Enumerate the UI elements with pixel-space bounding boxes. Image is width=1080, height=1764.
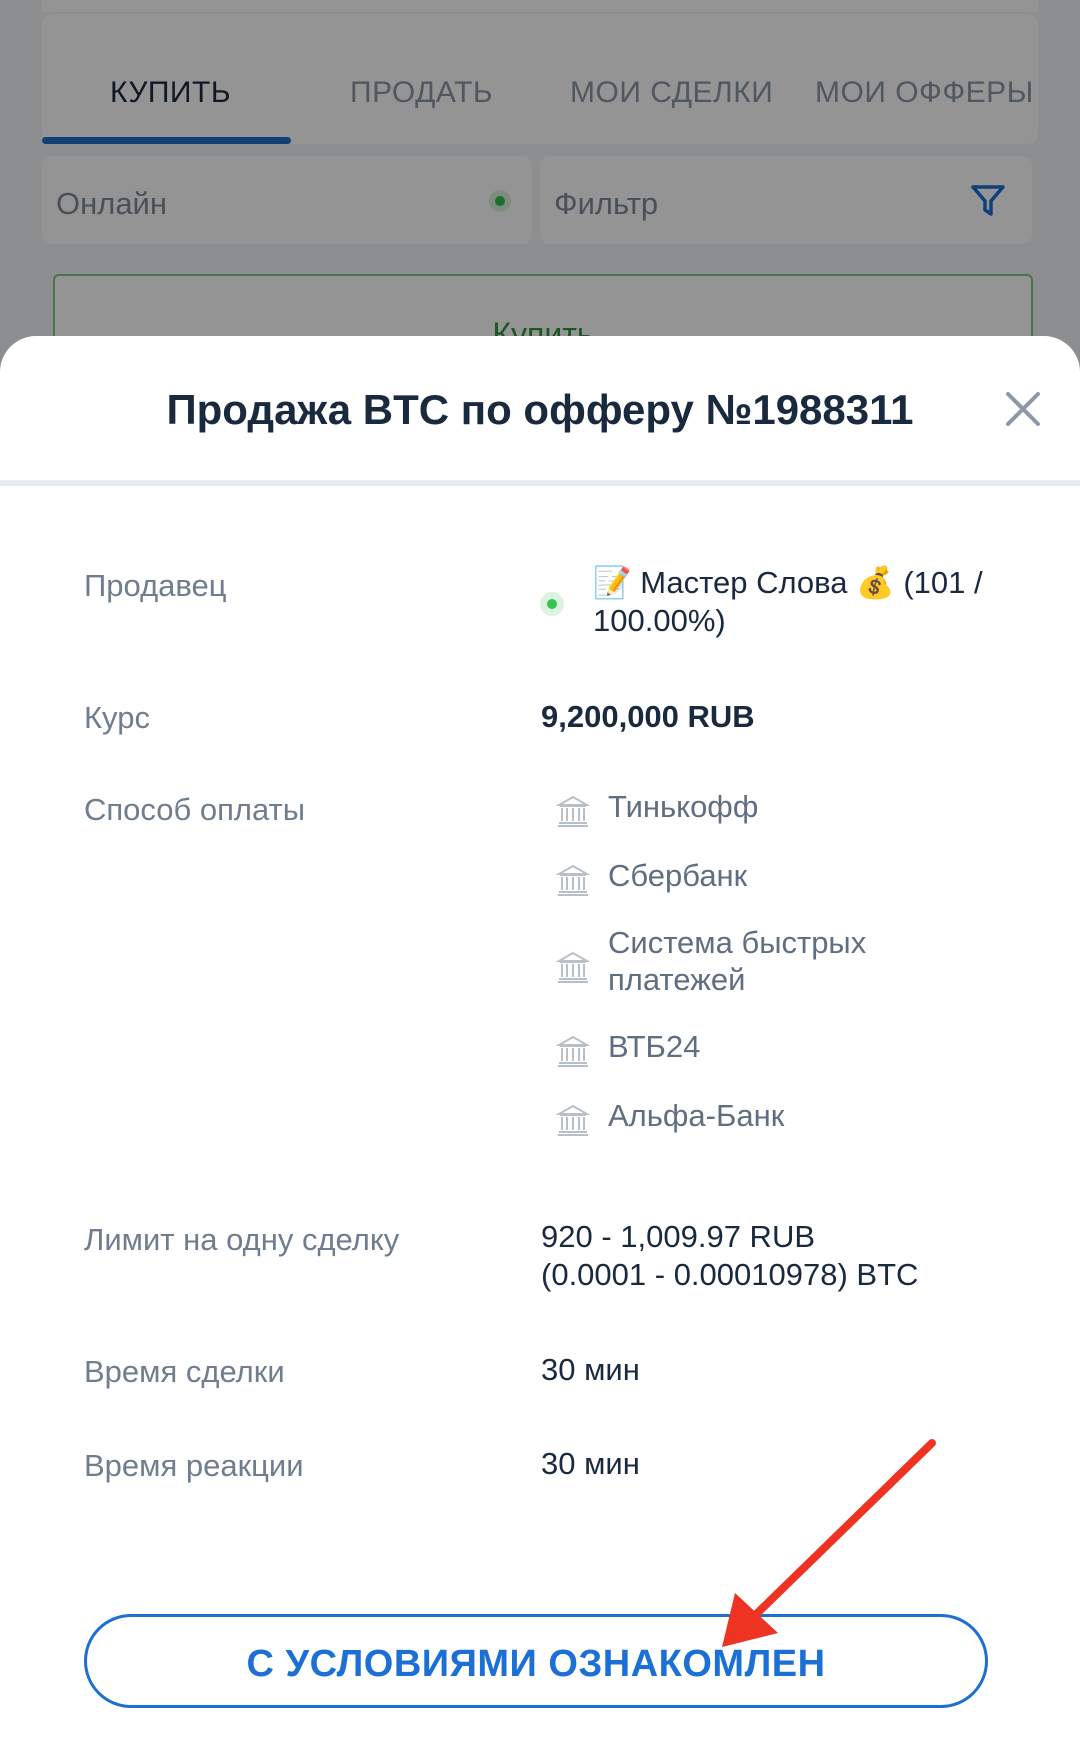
rate-label: Курс — [84, 700, 150, 735]
bank-icon — [556, 795, 590, 827]
close-icon[interactable] — [1002, 388, 1044, 430]
payment-method-name: Сбербанк — [608, 858, 748, 893]
modal-divider — [0, 480, 1080, 486]
rate-value: 9,200,000 RUB — [541, 699, 755, 734]
offer-modal: Продажа BTC по офферу №1988311 Продавец … — [0, 336, 1080, 1764]
bank-icon — [556, 951, 590, 983]
payment-method-name: Тинькофф — [608, 789, 759, 824]
deal-time-value: 30 мин — [541, 1352, 640, 1387]
bank-icon — [556, 1035, 590, 1067]
reaction-time-value: 30 мин — [541, 1446, 640, 1481]
seller-label: Продавец — [84, 568, 227, 603]
bank-icon — [556, 1104, 590, 1136]
limit-value-rub: 920 - 1,009.97 RUB — [541, 1219, 816, 1254]
accept-terms-button[interactable]: С УСЛОВИЯМИ ОЗНАКОМЛЕН — [84, 1614, 988, 1708]
reaction-time-label: Время реакции — [84, 1448, 304, 1483]
payment-method-name: ВТБ24 — [608, 1029, 701, 1064]
payment-method-name: Система быстрых платежей — [608, 925, 867, 997]
screen: КУПИТЬ ПРОДАТЬ МОИ СДЕЛКИ МОИ ОФФЕРЫ Онл… — [0, 0, 1080, 1764]
seller-name[interactable]: 📝 Мастер Слова 💰 (101 / 100.00%) — [593, 564, 1013, 640]
limit-value-btc: (0.0001 - 0.00010978) BTC — [541, 1257, 919, 1292]
deal-time-label: Время сделки — [84, 1354, 285, 1389]
payment-method-label: Способ оплаты — [84, 792, 306, 827]
limit-label: Лимит на одну сделку — [84, 1222, 400, 1257]
payment-method-name: Альфа-Банк — [608, 1098, 785, 1133]
bank-icon — [556, 864, 590, 896]
seller-online-icon — [547, 599, 557, 609]
accept-terms-label: С УСЛОВИЯМИ ОЗНАКОМЛЕН — [246, 1643, 826, 1685]
modal-title: Продажа BTC по офферу №1988311 — [166, 386, 914, 433]
